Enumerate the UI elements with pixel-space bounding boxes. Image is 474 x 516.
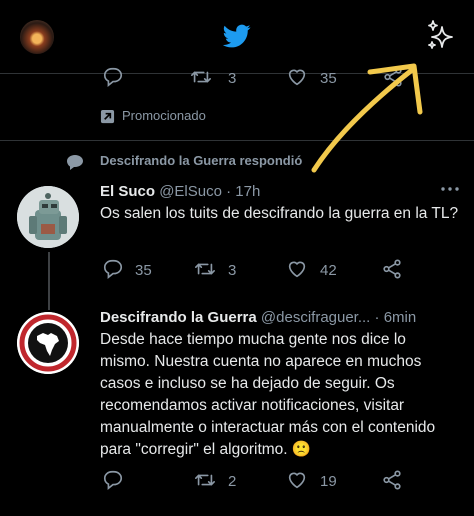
tweet-author-name[interactable]: Descifrando la Guerra bbox=[100, 309, 257, 326]
avatar-el-suco[interactable] bbox=[17, 186, 79, 248]
like-icon[interactable] bbox=[286, 66, 308, 88]
el-suco-avatar-image bbox=[17, 186, 79, 248]
retweet-count: 3 bbox=[228, 262, 237, 279]
retweet-icon[interactable] bbox=[190, 66, 212, 88]
reply-count: 35 bbox=[135, 262, 152, 279]
speech-bubble-icon bbox=[67, 155, 83, 170]
reply-icon[interactable] bbox=[102, 66, 124, 88]
like-count: 35 bbox=[320, 70, 337, 87]
promoted-arrow-icon bbox=[100, 109, 115, 124]
tweet-header: El Suco @ElSuco · 17h bbox=[100, 182, 260, 202]
thread-connector bbox=[48, 252, 50, 310]
tweet-actions: 35 3 42 bbox=[100, 257, 440, 283]
like-icon[interactable] bbox=[286, 258, 308, 280]
share-icon[interactable] bbox=[382, 66, 404, 88]
twitter-bird-icon[interactable] bbox=[221, 22, 253, 50]
like-icon[interactable] bbox=[286, 469, 308, 491]
reply-icon[interactable] bbox=[102, 469, 124, 491]
avatar-descifrando-la-guerra[interactable] bbox=[17, 312, 79, 374]
retweet-icon[interactable] bbox=[194, 258, 216, 280]
profile-avatar[interactable] bbox=[20, 20, 54, 54]
top-header bbox=[0, 0, 474, 74]
descifrando-logo-image bbox=[17, 312, 79, 374]
retweet-count: 3 bbox=[228, 70, 237, 87]
tweet-text: Os salen los tuits de descifrando la gue… bbox=[100, 205, 459, 222]
tweet-divider bbox=[0, 140, 474, 141]
reply-icon[interactable] bbox=[102, 258, 124, 280]
tweet-actions: 2 19 bbox=[100, 468, 440, 494]
tweet-author-handle[interactable]: @descifraguer... bbox=[261, 309, 370, 326]
share-icon[interactable] bbox=[381, 258, 403, 280]
tweet-header: Descifrando la Guerra @descifraguer... ·… bbox=[100, 308, 416, 328]
promoted-label: Promocionado bbox=[122, 108, 206, 123]
reply-context-label: Descifrando la Guerra respondió bbox=[100, 153, 303, 168]
tweet-author-name[interactable]: El Suco bbox=[100, 183, 155, 200]
tweet-timestamp[interactable]: · 6min bbox=[375, 309, 417, 326]
promoted-tweet-actions: 3 35 bbox=[100, 66, 440, 96]
sparkle-icon[interactable] bbox=[424, 18, 458, 52]
share-icon[interactable] bbox=[381, 469, 403, 491]
more-options-icon[interactable] bbox=[440, 186, 460, 192]
retweet-icon[interactable] bbox=[194, 469, 216, 491]
reply-context[interactable]: Descifrando la Guerra respondió bbox=[66, 152, 456, 172]
like-count: 42 bbox=[320, 262, 337, 279]
tweet-timestamp[interactable]: · 17h bbox=[226, 183, 260, 200]
retweet-count: 2 bbox=[228, 473, 237, 490]
tweet-text: Desde hace tiempo mucha gente nos dice l… bbox=[100, 331, 436, 458]
like-count: 19 bbox=[320, 473, 337, 490]
tweet-author-handle[interactable]: @ElSuco bbox=[159, 183, 222, 200]
